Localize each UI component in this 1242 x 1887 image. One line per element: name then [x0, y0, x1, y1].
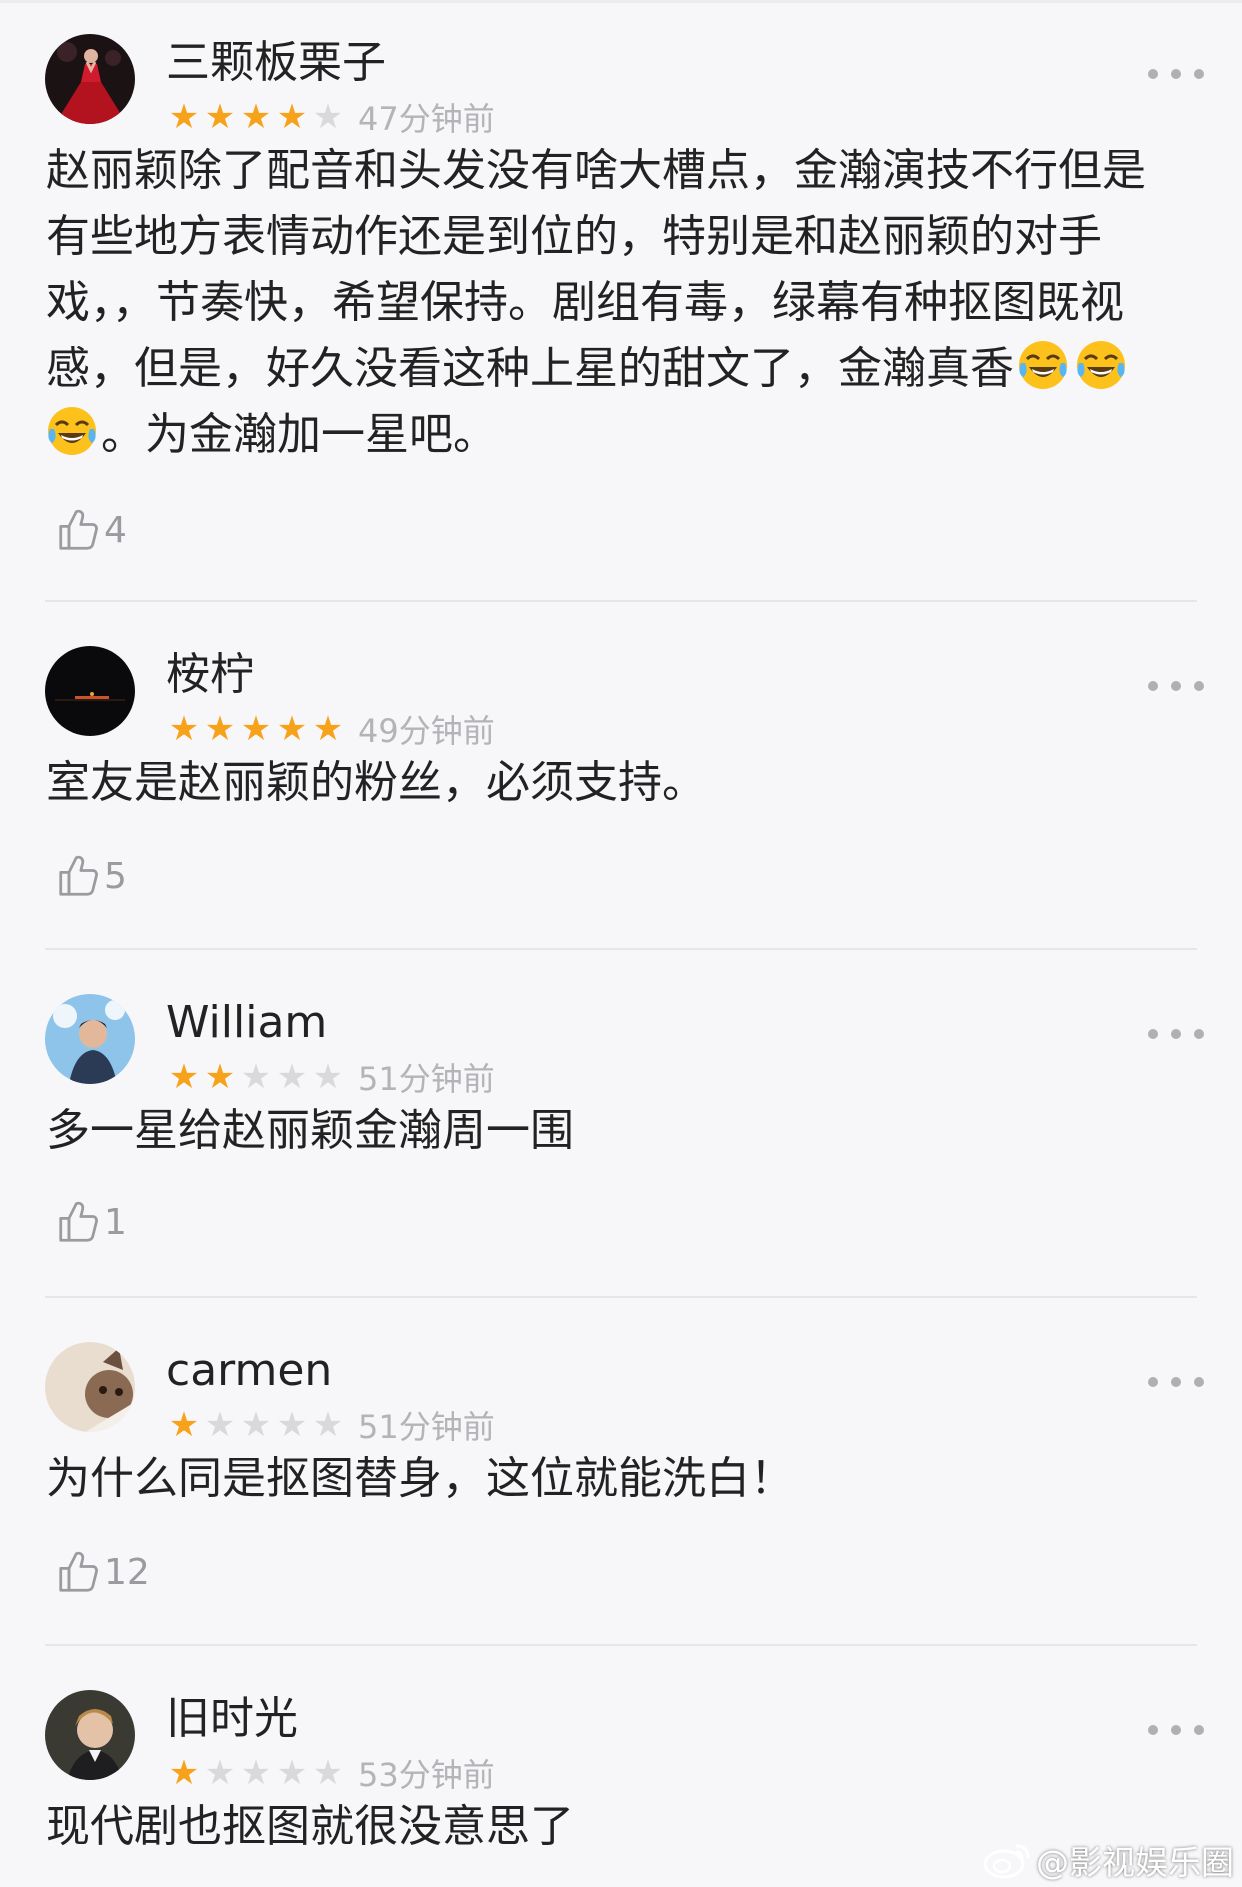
- review-text-line: 感，但是，好久没看这种上星的甜文了，金瀚真香: [46, 336, 1196, 402]
- avatar[interactable]: [45, 1342, 135, 1432]
- username[interactable]: carmen: [166, 1344, 332, 1398]
- star-filled-icon: ★: [168, 97, 200, 137]
- star-filled-icon: ★: [276, 709, 308, 749]
- thumbs-up-icon: [59, 855, 98, 896]
- star-filled-icon: ★: [168, 1057, 200, 1097]
- review-text-line: 多一星给赵丽颖金瀚周一围: [46, 1105, 574, 1156]
- timestamp: 49分钟前: [358, 712, 495, 750]
- divider: [45, 600, 1197, 602]
- divider: [45, 1296, 1197, 1298]
- star-empty-icon: ★: [312, 97, 344, 137]
- star-rating: ★ ★ ★ ★ ★: [166, 1756, 346, 1790]
- star-empty-icon: ★: [312, 1753, 344, 1793]
- more-options-icon[interactable]: [1148, 1716, 1204, 1744]
- review-text: 多一星给赵丽颖金瀚周一围: [46, 1098, 1196, 1164]
- watermark-text: @影视娱乐圈: [1036, 1843, 1234, 1882]
- timestamp: 51分钟前: [358, 1408, 495, 1446]
- like-count: 12: [104, 1551, 150, 1593]
- review-text: 赵丽颖除了配音和头发没有啥大槽点，金瀚演技不行但是 有些地方表情动作还是到位的，…: [46, 138, 1196, 468]
- review-text: 为什么同是抠图替身，这位就能洗白！: [46, 1446, 1196, 1512]
- review-text-line: 。为金瀚加一星吧。: [46, 402, 1196, 468]
- star-filled-icon: ★: [204, 1057, 236, 1097]
- star-empty-icon: ★: [204, 1405, 236, 1445]
- like-count: 4: [104, 509, 127, 551]
- like-button[interactable]: 4: [58, 504, 127, 556]
- like-count: 5: [104, 855, 127, 897]
- star-filled-icon: ★: [168, 709, 200, 749]
- like-button[interactable]: 12: [58, 1546, 150, 1598]
- timestamp: 47分钟前: [358, 100, 495, 138]
- star-rating: ★ ★ ★ ★ ★: [166, 712, 346, 746]
- star-empty-icon: ★: [312, 1057, 344, 1097]
- star-filled-icon: ★: [276, 97, 308, 137]
- star-filled-icon: ★: [204, 97, 236, 137]
- top-border: [0, 0, 1242, 3]
- more-options-icon[interactable]: [1148, 1368, 1204, 1396]
- username[interactable]: 桉柠: [166, 648, 254, 702]
- timestamp: 51分钟前: [358, 1060, 495, 1098]
- username[interactable]: 旧时光: [166, 1692, 298, 1746]
- review-text-line: 戏，，节奏快，希望保持。剧组有毒，绿幕有种抠图既视: [46, 277, 1124, 328]
- star-filled-icon: ★: [312, 709, 344, 749]
- tears-of-joy-emoji: [46, 405, 98, 457]
- star-filled-icon: ★: [240, 97, 272, 137]
- avatar[interactable]: [45, 994, 135, 1084]
- review-text-line: 有些地方表情动作还是到位的，特别是和赵丽颖的对手: [46, 211, 1102, 262]
- review-text: 室友是赵丽颖的粉丝，必须支持。: [46, 750, 1196, 816]
- more-options-icon[interactable]: [1148, 1020, 1204, 1048]
- like-button[interactable]: 1: [58, 1196, 127, 1248]
- review-text-line: 赵丽颖除了配音和头发没有啥大槽点，金瀚演技不行但是: [46, 145, 1146, 196]
- star-filled-icon: ★: [168, 1753, 200, 1793]
- avatar[interactable]: [45, 646, 135, 736]
- avatar[interactable]: [45, 34, 135, 124]
- star-filled-icon: ★: [168, 1405, 200, 1445]
- review-text-line: 为什么同是抠图替身，这位就能洗白！: [46, 1453, 794, 1504]
- tears-of-joy-emoji: [1075, 339, 1127, 391]
- divider: [45, 948, 1197, 950]
- like-button[interactable]: 5: [58, 850, 127, 902]
- more-options-icon[interactable]: [1148, 672, 1204, 700]
- thumbs-up-icon: [59, 1551, 98, 1592]
- thumbs-up-icon: [59, 509, 98, 550]
- weibo-logo-icon: [983, 1844, 1030, 1879]
- timestamp: 53分钟前: [358, 1756, 495, 1794]
- tears-of-joy-emoji: [1017, 339, 1069, 391]
- divider: [45, 1644, 1197, 1646]
- thumbs-up-icon: [59, 1201, 98, 1242]
- star-filled-icon: ★: [240, 709, 272, 749]
- star-empty-icon: ★: [276, 1405, 308, 1445]
- more-options-icon[interactable]: [1148, 60, 1204, 88]
- star-empty-icon: ★: [240, 1405, 272, 1445]
- avatar[interactable]: [45, 1690, 135, 1780]
- star-empty-icon: ★: [204, 1753, 236, 1793]
- username[interactable]: William: [166, 996, 327, 1050]
- star-empty-icon: ★: [240, 1753, 272, 1793]
- star-empty-icon: ★: [276, 1753, 308, 1793]
- review-text-line: 室友是赵丽颖的粉丝，必须支持。: [46, 757, 706, 808]
- star-empty-icon: ★: [312, 1405, 344, 1445]
- star-empty-icon: ★: [240, 1057, 272, 1097]
- like-count: 1: [104, 1201, 127, 1243]
- weibo-watermark: @影视娱乐圈: [982, 1838, 1234, 1882]
- username[interactable]: 三颗板栗子: [166, 36, 386, 90]
- star-rating: ★ ★ ★ ★ ★: [166, 1060, 346, 1094]
- star-empty-icon: ★: [276, 1057, 308, 1097]
- star-rating: ★ ★ ★ ★ ★: [166, 1408, 346, 1442]
- star-filled-icon: ★: [204, 709, 236, 749]
- star-rating: ★ ★ ★ ★ ★: [166, 100, 346, 134]
